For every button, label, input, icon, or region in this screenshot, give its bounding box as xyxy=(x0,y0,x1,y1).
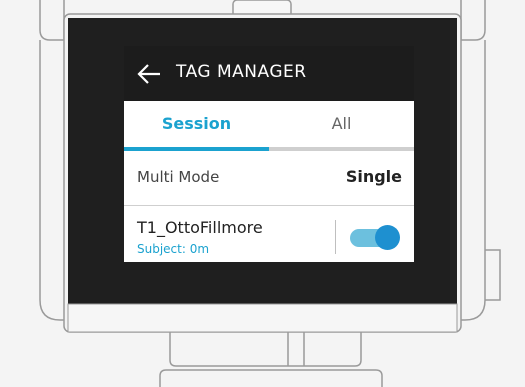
list-item: T1_OttoFillmore Subject: 0m xyxy=(124,206,414,262)
arrow-left-icon[interactable] xyxy=(136,61,162,87)
multi-mode-value[interactable]: Single xyxy=(346,167,402,186)
tab-all[interactable]: All xyxy=(269,101,414,147)
tag-enable-toggle[interactable] xyxy=(348,225,400,250)
app-header: TAG MANAGER xyxy=(124,46,414,101)
divider xyxy=(335,220,336,254)
device-screen: TAG MANAGER Session All Multi Mode Singl… xyxy=(124,46,414,262)
multi-mode-row[interactable]: Multi Mode Single xyxy=(124,151,414,206)
tab-bar: Session All xyxy=(124,101,414,151)
multi-mode-label: Multi Mode xyxy=(137,168,220,186)
page-title: TAG MANAGER xyxy=(176,62,307,82)
toggle-knob xyxy=(375,225,400,250)
tab-session[interactable]: Session xyxy=(124,101,269,147)
tag-subtitle: Subject: 0m xyxy=(137,242,210,256)
tag-name: T1_OttoFillmore xyxy=(137,218,263,237)
